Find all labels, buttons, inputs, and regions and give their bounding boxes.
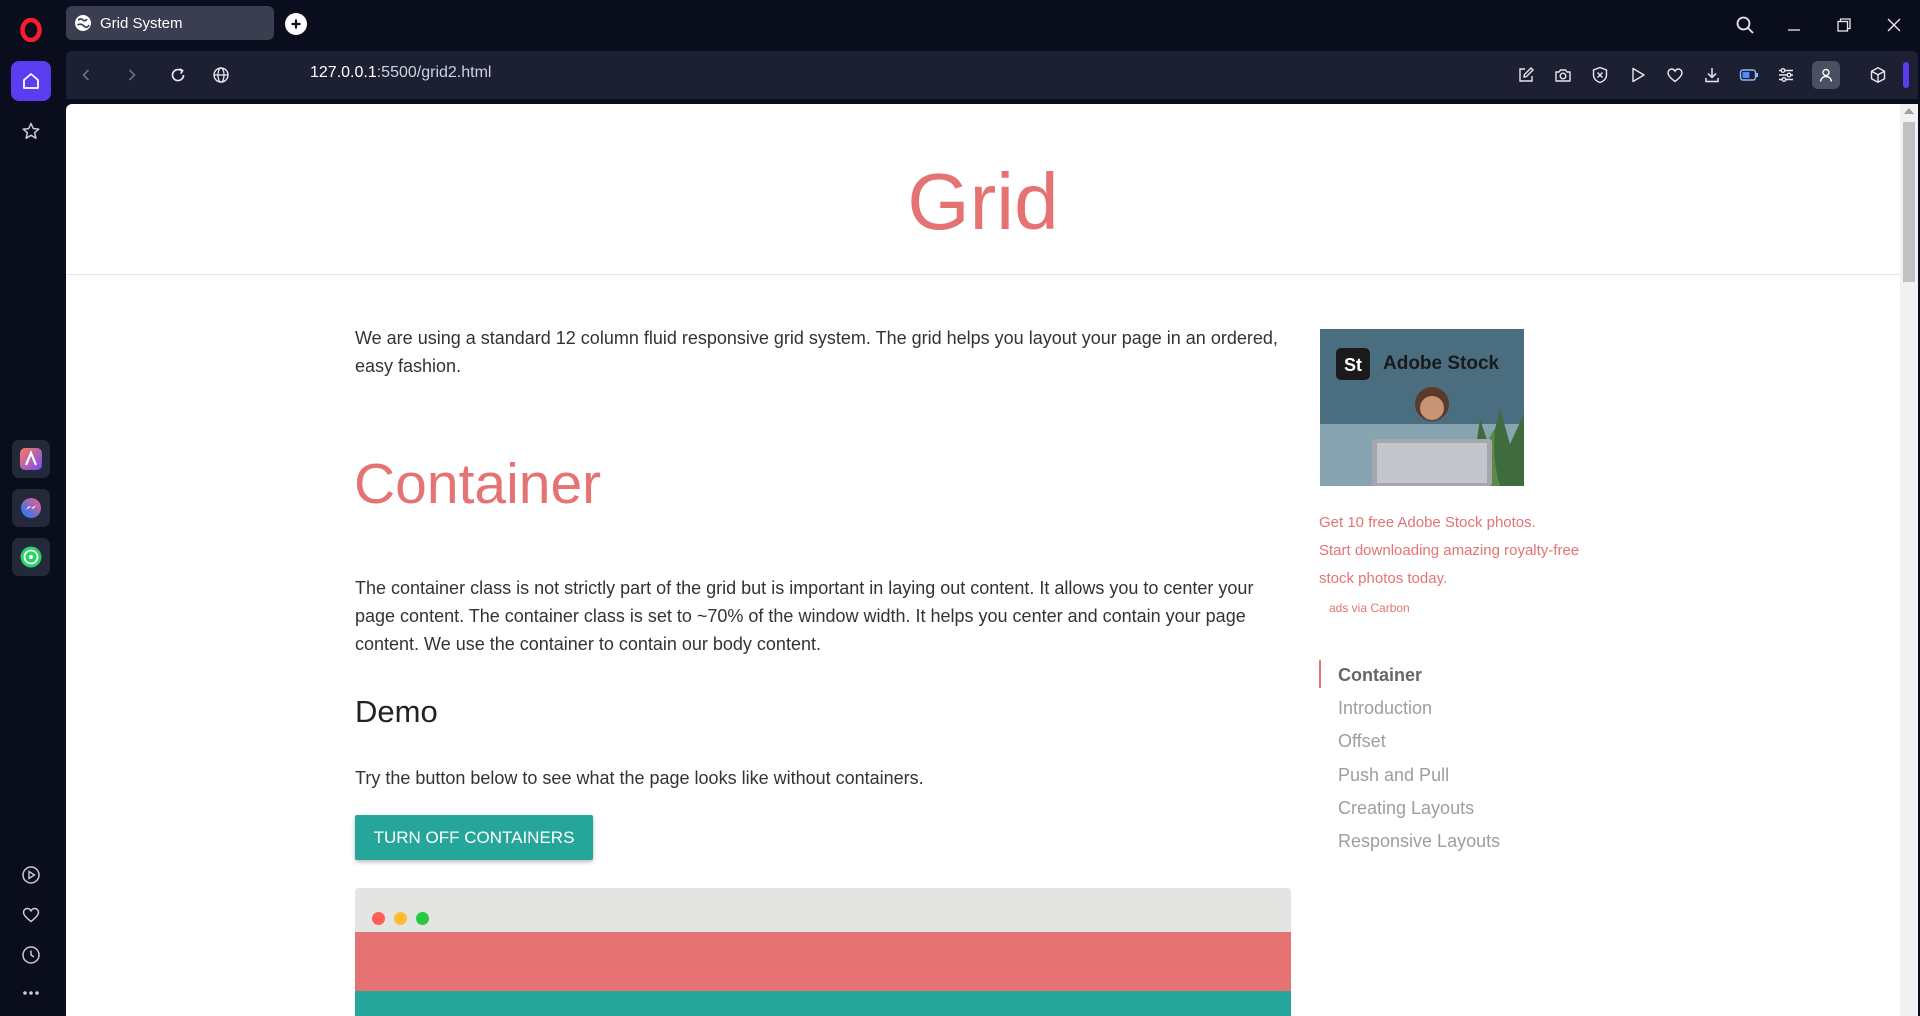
history-icon[interactable] <box>17 941 45 969</box>
easy-setup-icon[interactable] <box>1772 61 1800 89</box>
page-header: Grid <box>66 104 1900 275</box>
ad-text-line-3[interactable]: stock photos today. <box>1319 565 1447 593</box>
demo-paragraph: Try the button below to see what the pag… <box>355 768 924 788</box>
whatsapp-icon[interactable] <box>12 538 50 576</box>
opera-sidebar <box>0 0 62 1016</box>
opera-logo-icon[interactable] <box>20 18 42 42</box>
home-icon[interactable] <box>11 61 51 101</box>
restore-icon[interactable] <box>1829 10 1859 40</box>
heart-icon[interactable] <box>17 901 45 929</box>
site-info-icon[interactable] <box>207 61 235 89</box>
scrollbar-thumb[interactable] <box>1903 122 1915 282</box>
flow-icon[interactable] <box>1624 61 1652 89</box>
window-close-dot <box>372 912 385 925</box>
download-icon[interactable] <box>1698 61 1726 89</box>
toc-item-container[interactable]: Container <box>1338 665 1422 686</box>
demo-browser-window <box>355 888 1291 1016</box>
turn-off-containers-button[interactable]: TURN OFF CONTAINERS <box>355 815 593 860</box>
ad-image[interactable]: St Adobe Stock <box>1320 329 1524 486</box>
toc-item-push-and-pull[interactable]: Push and Pull <box>1338 765 1449 786</box>
page-viewport: Grid We are using a standard 12 column f… <box>66 104 1900 1016</box>
ads-via-carbon-link[interactable]: ads via Carbon <box>1329 601 1410 615</box>
new-tab-button[interactable] <box>285 13 307 35</box>
toc-item-responsive-layouts[interactable]: Responsive Layouts <box>1338 831 1500 852</box>
ad-brand-badge: St <box>1344 355 1362 375</box>
globe-icon <box>74 14 92 32</box>
ad-text-line-2[interactable]: Start downloading amazing royalty-free <box>1319 537 1579 565</box>
toc-item-offset[interactable]: Offset <box>1338 731 1386 752</box>
search-tabs-icon[interactable] <box>1730 10 1760 40</box>
camera-icon[interactable] <box>1549 61 1577 89</box>
toc-item-introduction[interactable]: Introduction <box>1338 698 1432 719</box>
back-icon[interactable] <box>72 61 100 89</box>
window-maximize-dot <box>416 912 429 925</box>
close-icon[interactable] <box>1879 10 1909 40</box>
aria-icon[interactable] <box>12 440 50 478</box>
edit-icon[interactable] <box>1512 61 1540 89</box>
adblock-icon[interactable] <box>1586 61 1614 89</box>
demo-heading: Demo <box>355 694 438 729</box>
page-title: Grid <box>907 157 1059 246</box>
profile-icon[interactable] <box>1812 61 1840 89</box>
container-paragraph: The container class is not strictly part… <box>355 578 1254 654</box>
bookmark-heart-icon[interactable] <box>1661 61 1689 89</box>
tab-title: Grid System <box>100 14 183 32</box>
extensions-cube-icon[interactable] <box>1864 61 1892 89</box>
reload-icon[interactable] <box>164 61 192 89</box>
address-bar: 127.0.0.1:5500/grid2.html <box>66 51 1918 99</box>
player-icon[interactable] <box>17 861 45 889</box>
battery-saver-icon[interactable] <box>1735 61 1763 89</box>
ad-brand-name: Adobe Stock <box>1383 353 1500 374</box>
url-host: 127.0.0.1 <box>310 64 377 81</box>
intro-paragraph: We are using a standard 12 column fluid … <box>355 328 1278 376</box>
url-path: :5500/grid2.html <box>376 64 492 81</box>
container-heading: Container <box>354 452 602 516</box>
scroll-up-icon[interactable] <box>1904 108 1914 114</box>
demo-header-band <box>355 932 1291 991</box>
demo-content-band <box>355 991 1291 1016</box>
star-icon[interactable] <box>11 111 51 151</box>
window-minimize-dot <box>394 912 407 925</box>
minimize-icon[interactable] <box>1779 10 1809 40</box>
sidebar-accent <box>1903 62 1909 88</box>
toc-active-indicator <box>1319 660 1321 688</box>
toc-item-creating-layouts[interactable]: Creating Layouts <box>1338 798 1474 819</box>
url-field[interactable]: 127.0.0.1:5500/grid2.html <box>310 64 491 82</box>
more-icon[interactable] <box>17 979 45 1007</box>
browser-tab[interactable]: Grid System <box>66 6 274 40</box>
page-scrollbar[interactable] <box>1900 104 1918 1016</box>
messenger-icon[interactable] <box>12 489 50 527</box>
forward-icon[interactable] <box>118 61 146 89</box>
ad-text-line-1[interactable]: Get 10 free Adobe Stock photos. <box>1319 509 1536 537</box>
